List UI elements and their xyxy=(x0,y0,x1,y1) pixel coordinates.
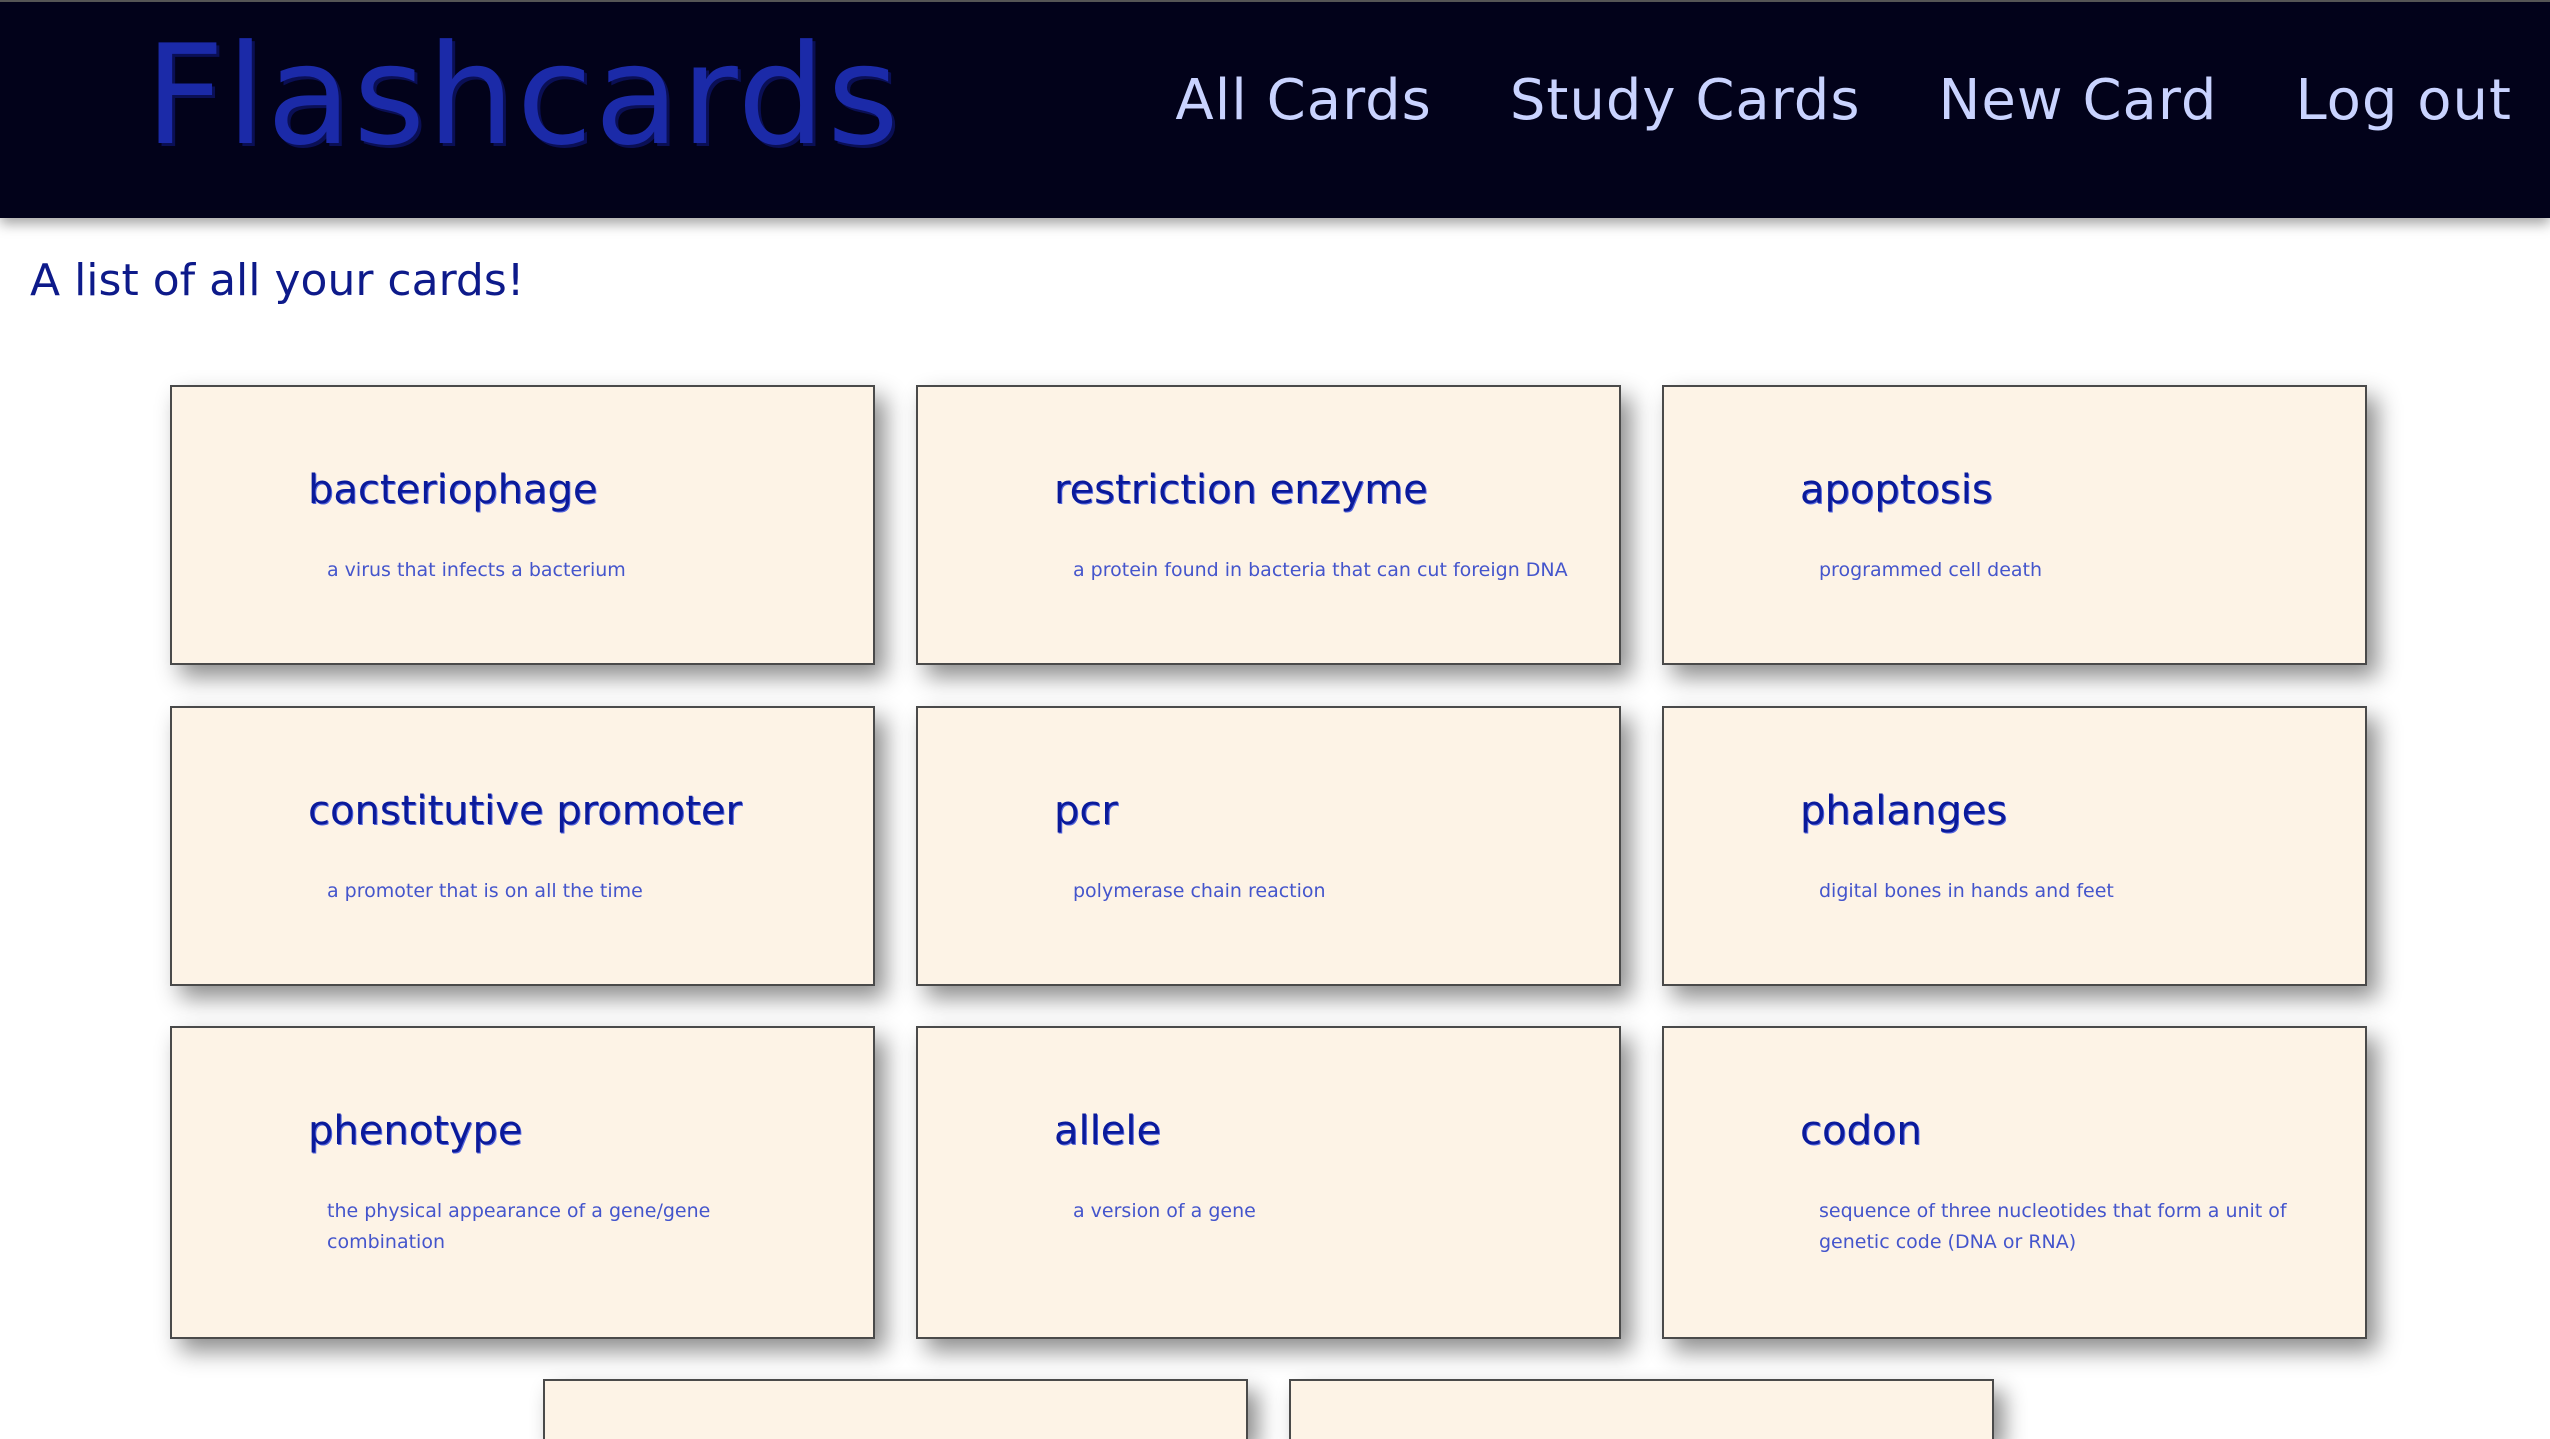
card-definition: programmed cell death xyxy=(1819,559,2043,581)
flashcard[interactable]: bacteriophage a virus that infects a bac… xyxy=(170,385,875,665)
nav-all-cards[interactable]: All Cards xyxy=(1175,68,1431,133)
nav-log-out[interactable]: Log out xyxy=(2295,68,2512,133)
card-definition: digital bones in hands and feet xyxy=(1819,880,2114,902)
nav-new-card[interactable]: New Card xyxy=(1939,68,2218,133)
card-term: apoptosis xyxy=(1800,467,1993,513)
flashcard[interactable] xyxy=(1289,1379,1994,1439)
flashcard[interactable]: apoptosis programmed cell death xyxy=(1662,385,2367,665)
card-term: bacteriophage xyxy=(308,467,598,513)
flashcard[interactable]: allele a version of a gene xyxy=(916,1026,1621,1339)
page-title: A list of all your cards! xyxy=(30,255,525,306)
flashcard[interactable]: phalanges digital bones in hands and fee… xyxy=(1662,706,2367,986)
flashcard[interactable]: pcr polymerase chain reaction xyxy=(916,706,1621,986)
flashcard[interactable]: codon sequence of three nucleotides that… xyxy=(1662,1026,2367,1339)
nav-study-cards[interactable]: Study Cards xyxy=(1510,68,1861,133)
main-nav: All Cards Study Cards New Card Log out xyxy=(1175,68,2512,133)
top-navbar: Flashcards All Cards Study Cards New Car… xyxy=(0,0,2550,218)
card-definition: a virus that infects a bacterium xyxy=(327,559,626,581)
card-term: codon xyxy=(1800,1108,1922,1154)
flashcard[interactable]: restriction enzyme a protein found in ba… xyxy=(916,385,1621,665)
card-definition: a protein found in bacteria that can cut… xyxy=(1073,559,1568,581)
flashcard[interactable]: constitutive promoter a promoter that is… xyxy=(170,706,875,986)
card-definition: sequence of three nucleotides that form … xyxy=(1819,1200,2287,1253)
card-term: restriction enzyme xyxy=(1054,467,1428,513)
flashcard[interactable]: phenotype the physical appearance of a g… xyxy=(170,1026,875,1339)
flashcard[interactable] xyxy=(543,1379,1248,1439)
card-term: phenotype xyxy=(308,1108,523,1154)
card-term: phalanges xyxy=(1800,788,2008,834)
card-term: constitutive promoter xyxy=(308,788,742,834)
card-definition: the physical appearance of a gene/gene c… xyxy=(327,1200,711,1253)
card-term: pcr xyxy=(1054,788,1118,834)
app-logo[interactable]: Flashcards xyxy=(145,16,901,176)
card-definition: polymerase chain reaction xyxy=(1073,880,1326,902)
card-term: allele xyxy=(1054,1108,1162,1154)
card-definition: a version of a gene xyxy=(1073,1200,1256,1222)
card-definition: a promoter that is on all the time xyxy=(327,880,643,902)
